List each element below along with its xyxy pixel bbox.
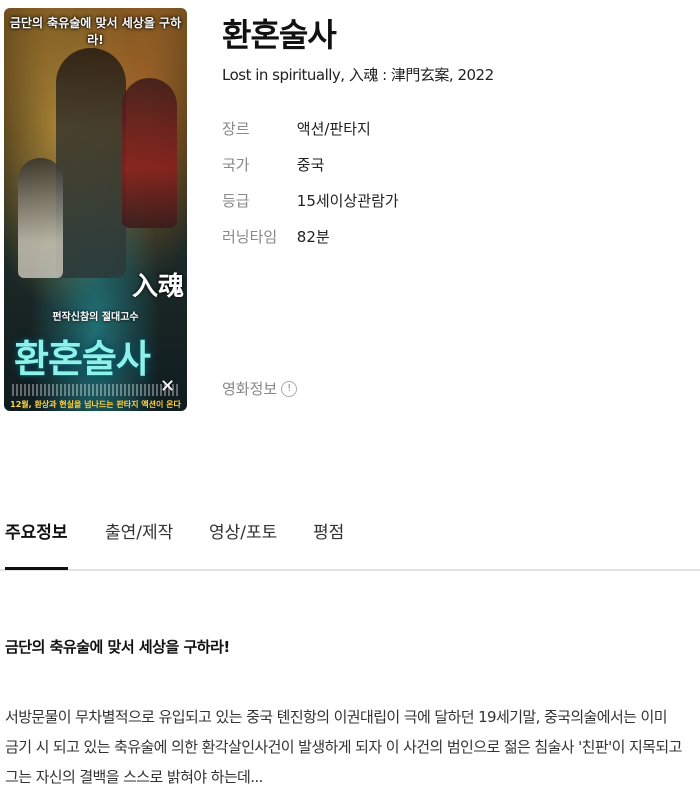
poster-calligraphy: 入魂 xyxy=(132,272,185,302)
poster-woman-figure xyxy=(122,78,177,228)
info-genre: 장르 액션/판타지 xyxy=(222,118,371,139)
poster-title: 환혼술사 xyxy=(14,337,151,381)
poster-tagline: 금단의 축유술에 맞서 세상을 구하라! xyxy=(9,16,182,47)
info-rating-label: 등급 xyxy=(222,192,250,210)
synopsis-headline: 금단의 축유술에 맞서 세상을 구하라! xyxy=(5,638,230,656)
synopsis-text: 서방문물이 무차별적으로 유입되고 있는 중국 톈진항의 이권대립이 극에 달하… xyxy=(5,708,682,786)
tab-bar: 주요정보 출연/제작 영상/포토 평점 xyxy=(0,512,700,571)
tab-video-photo[interactable]: 영상/포토 xyxy=(209,518,277,567)
movie-info-label: 영화정보 xyxy=(222,380,278,398)
tab-reviews[interactable]: 평점 xyxy=(313,518,344,567)
info-country: 국가 중국 xyxy=(222,154,324,175)
info-genre-label: 장르 xyxy=(222,120,250,138)
movie-poster[interactable]: 금단의 축유술에 맞서 세상을 구하라! 入魂 펀작신참의 절대고수 환혼술사 … xyxy=(4,8,187,411)
poster-subtitle: 펀작신참의 절대고수 xyxy=(52,312,139,323)
movie-title: 환혼술사 xyxy=(222,16,337,54)
info-country-label: 국가 xyxy=(222,156,250,174)
info-country-value: 중국 xyxy=(296,156,325,174)
info-rating-value: 15세이상관람가 xyxy=(296,192,399,210)
info-runtime: 러닝타임 82분 xyxy=(222,226,330,247)
poster-hero-figure xyxy=(56,48,126,278)
info-icon: ! xyxy=(281,380,298,397)
info-rating: 등급 15세이상관람가 xyxy=(222,190,399,211)
tab-main-info[interactable]: 주요정보 xyxy=(5,518,68,570)
info-genre-value: 액션/판타지 xyxy=(296,120,371,138)
poster-credits xyxy=(12,384,179,396)
movie-info-link[interactable]: 영화정보 ! xyxy=(222,378,298,399)
tab-cast-crew[interactable]: 출연/제작 xyxy=(105,518,173,567)
movie-subtitle: Lost in spiritually, 入魂 : 津門玄案, 2022 xyxy=(222,66,494,84)
info-runtime-label: 러닝타임 xyxy=(222,228,278,246)
poster-side-figure xyxy=(18,158,63,278)
info-runtime-value: 82분 xyxy=(296,228,330,246)
poster-release-text: 12월, 환상과 현실을 넘나드는 판타지 액션이 온다 xyxy=(10,400,181,409)
